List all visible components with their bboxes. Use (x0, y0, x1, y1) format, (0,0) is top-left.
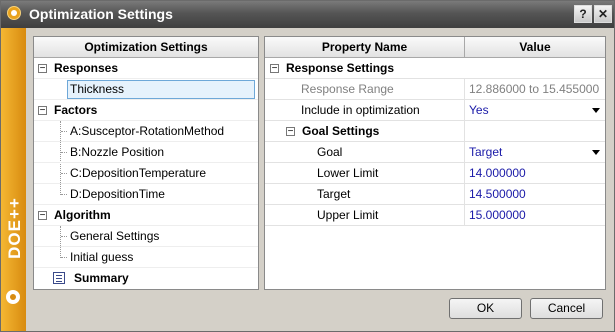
collapse-icon[interactable]: − (286, 127, 295, 137)
tree-item-general-settings[interactable]: General Settings (34, 226, 258, 247)
app-logo-icon (7, 6, 21, 20)
property-name: Upper Limit (317, 208, 379, 222)
include-dropdown[interactable]: Yes (469, 100, 489, 121)
collapse-icon[interactable]: − (270, 64, 279, 74)
tree-category-responses[interactable]: − Responses (34, 58, 258, 79)
section-goal-settings[interactable]: − Goal Settings (265, 121, 605, 142)
property-grid: Property Name Value − Response Settings … (264, 36, 606, 290)
lower-limit-field[interactable]: 14.000000 (469, 163, 526, 184)
tree-item-label: B:Nozzle Position (70, 145, 165, 159)
property-row-target[interactable]: Target 14.500000 (265, 184, 605, 205)
tree-category-label: Factors (54, 103, 98, 117)
tree-item-summary[interactable]: Summary (34, 268, 258, 289)
property-row-goal[interactable]: Goal Target (265, 142, 605, 163)
property-name: Include in optimization (301, 103, 420, 117)
tree-item-label: Initial guess (70, 250, 134, 264)
tree-item-thickness[interactable]: Thickness (34, 79, 258, 100)
property-value: 12.886000 to 15.455000 (469, 82, 600, 96)
window-title: Optimization Settings (29, 6, 173, 22)
dialog-window: Optimization Settings ? ✕ DOE++ Optimiza… (0, 0, 615, 332)
collapse-icon[interactable]: − (38, 106, 47, 116)
tree-category-algorithm[interactable]: − Algorithm (34, 205, 258, 226)
target-field[interactable]: 14.500000 (469, 184, 526, 205)
property-row-response-range: Response Range 12.886000 to 15.455000 (265, 79, 605, 100)
goal-dropdown[interactable]: Target (469, 142, 502, 163)
summary-list-icon (53, 272, 65, 284)
section-response-settings[interactable]: − Response Settings (265, 58, 605, 79)
cancel-button[interactable]: Cancel (530, 298, 603, 319)
property-name: Target (317, 187, 351, 201)
tree-item-label: C:DepositionTemperature (70, 166, 207, 180)
brand-sidebar: DOE++ (1, 28, 26, 331)
close-button[interactable]: ✕ (594, 5, 612, 23)
tree-item-factor-b[interactable]: B:Nozzle Position (34, 142, 258, 163)
column-header-property-name: Property Name (265, 37, 465, 58)
tree-item-label: General Settings (70, 229, 160, 243)
property-row-include[interactable]: Include in optimization Yes (265, 100, 605, 121)
settings-tree: Optimization Settings − Responses Thickn… (33, 36, 259, 290)
tree-item-initial-guess[interactable]: Initial guess (34, 247, 258, 268)
tree-category-label: Algorithm (54, 208, 111, 222)
help-button[interactable]: ? (574, 5, 592, 23)
tree-item-label: A:Susceptor-RotationMethod (70, 124, 225, 138)
property-row-lower-limit[interactable]: Lower Limit 14.000000 (265, 163, 605, 184)
dropdown-arrow-icon[interactable] (592, 108, 600, 113)
tree-category-factors[interactable]: − Factors (34, 100, 258, 121)
tree-header: Optimization Settings (34, 37, 258, 58)
dropdown-arrow-icon[interactable] (592, 150, 600, 155)
property-name: Goal (317, 145, 343, 159)
property-name: Response Range (301, 82, 394, 96)
tree-category-label: Responses (54, 61, 119, 75)
column-header-value: Value (465, 37, 605, 58)
tree-item-label: D:DepositionTime (70, 187, 165, 201)
tree-item-label: Thickness (70, 82, 125, 96)
tree-item-factor-a[interactable]: A:Susceptor-RotationMethod (34, 121, 258, 142)
section-label: Goal Settings (302, 124, 380, 138)
property-name: Lower Limit (317, 166, 379, 180)
tree-item-label: Summary (74, 271, 129, 285)
upper-limit-field[interactable]: 15.000000 (469, 205, 526, 226)
collapse-icon[interactable]: − (38, 211, 47, 221)
collapse-icon[interactable]: − (38, 64, 47, 74)
tree-item-factor-d[interactable]: D:DepositionTime (34, 184, 258, 205)
ok-button[interactable]: OK (449, 298, 522, 319)
section-label: Response Settings (286, 61, 395, 75)
tree-item-factor-c[interactable]: C:DepositionTemperature (34, 163, 258, 184)
brand-logo-icon (6, 290, 20, 304)
title-bar[interactable]: Optimization Settings ? ✕ (1, 1, 614, 28)
brand-text: DOE++ (5, 197, 24, 259)
property-row-upper-limit[interactable]: Upper Limit 15.000000 (265, 205, 605, 226)
